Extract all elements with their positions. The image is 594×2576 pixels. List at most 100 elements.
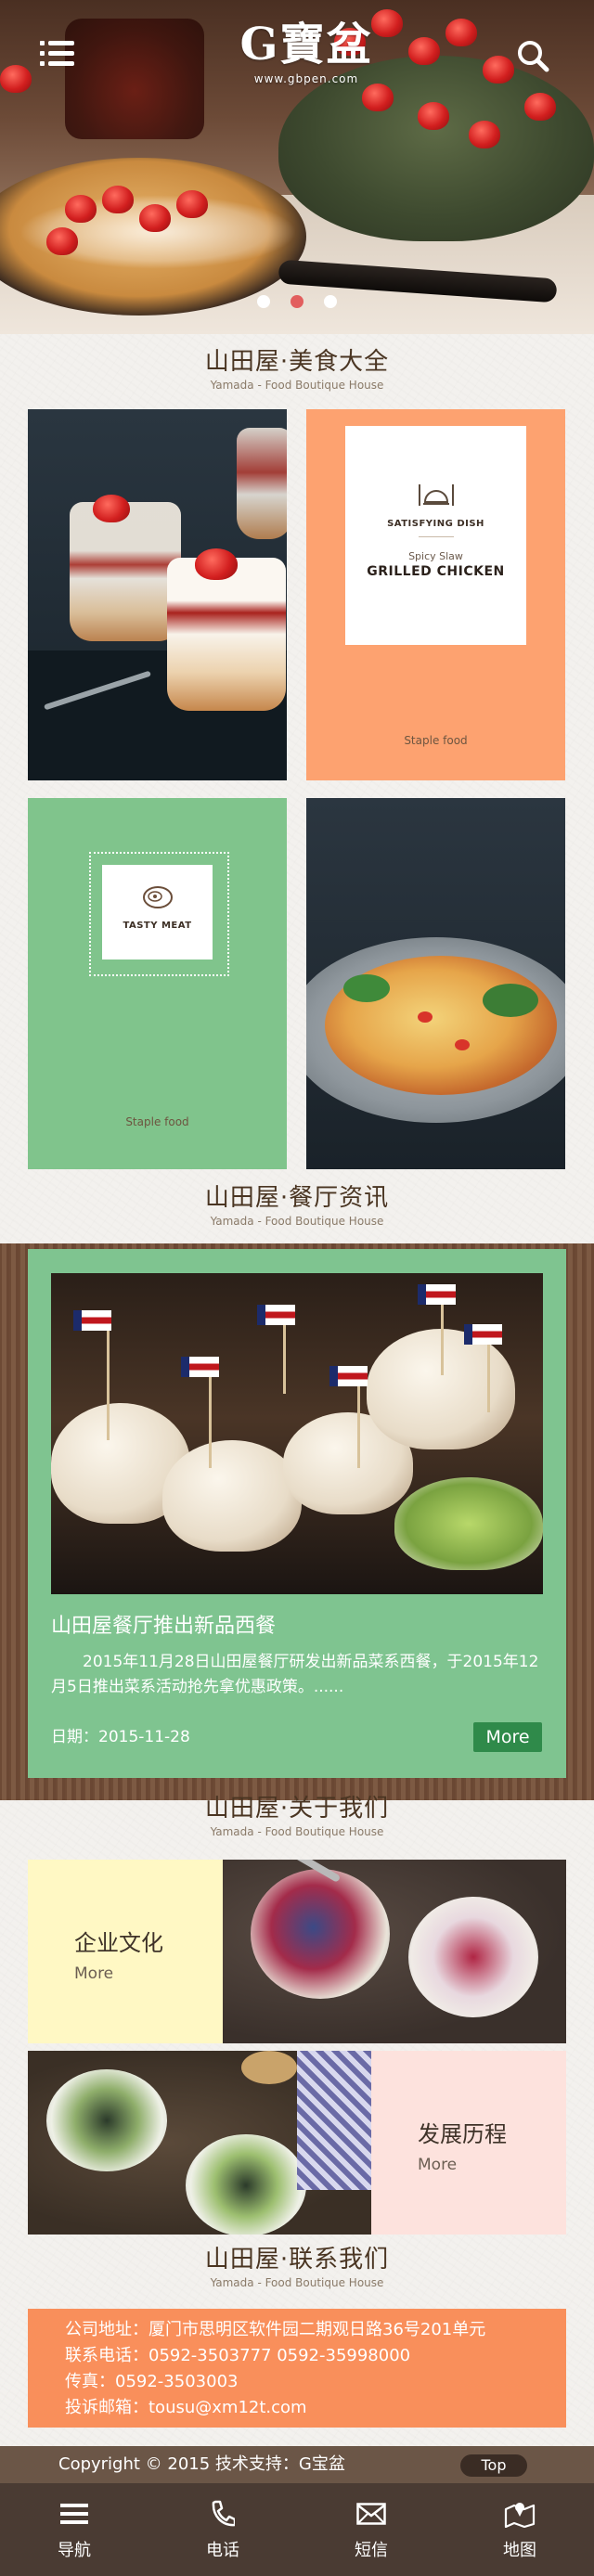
contact-section-heading: 山田屋·联系我们 Yamada - Food Boutique House	[0, 2244, 594, 2290]
nav-item-menu[interactable]: 导航	[0, 2483, 148, 2576]
slider-bun	[394, 1477, 543, 1570]
hero-banner[interactable]: G寶盆 www.gbpen.com	[0, 0, 594, 334]
food-tile-fried-rice[interactable]	[306, 798, 565, 1169]
nav-label: 短信	[355, 2541, 388, 2560]
napkin	[297, 2051, 371, 2190]
herb-garnish	[343, 974, 390, 1002]
about-history-image[interactable]	[28, 2051, 371, 2235]
nav-label: 电话	[206, 2541, 239, 2560]
food-tile-tasty-meat[interactable]: TASTY MEAT Staple food	[28, 798, 287, 1169]
tomato-bit	[455, 1039, 470, 1050]
dish-card-label: SATISFYING DISH	[387, 519, 484, 529]
carousel-dot-2[interactable]	[291, 295, 303, 308]
dessert-jar	[167, 558, 286, 711]
about-card-more[interactable]: More	[74, 1964, 113, 1984]
news-more-button[interactable]: More	[473, 1722, 542, 1752]
tile-category: Staple food	[125, 1115, 189, 1128]
banner-strawberry-topping	[46, 227, 78, 255]
food-tile-grilled-chicken[interactable]: SATISFYING DISH Spicy Slaw GRILLED CHICK…	[306, 409, 565, 780]
flag-pick	[329, 1366, 368, 1386]
dessert-jar	[70, 502, 181, 641]
banner-strawberry	[483, 56, 514, 84]
banner-strawberry	[408, 37, 440, 65]
toothpick	[357, 1375, 360, 1468]
about-history-card[interactable]: 发展历程 More	[371, 2051, 566, 2235]
cloche-icon	[345, 480, 526, 511]
nav-label: 导航	[58, 2541, 91, 2560]
news-card[interactable]: 山田屋餐厅推出新品西餐 2015年11月28日山田屋餐厅研发出新品菜系西餐，于2…	[28, 1249, 566, 1778]
herb-garnish	[483, 984, 538, 1017]
copyright-text: Copyright © 2015 技术支持：G宝盆	[58, 2454, 345, 2474]
flag-pick	[73, 1310, 111, 1331]
carousel-dot-1[interactable]	[257, 295, 270, 308]
nav-item-phone[interactable]: 电话	[148, 2483, 297, 2576]
banner-strawberry	[418, 102, 449, 130]
flag-pick	[464, 1324, 502, 1345]
banner-strawberry-topping	[176, 190, 208, 218]
carousel-indicators	[252, 295, 342, 314]
flag-pick	[257, 1305, 295, 1325]
banner-strawberry-topping	[102, 186, 134, 213]
cracker	[241, 2051, 297, 2084]
section-subtitle: Yamada - Food Boutique House	[210, 379, 384, 392]
about-card-title: 发展历程	[418, 2121, 507, 2147]
banner-strawberry	[446, 19, 477, 46]
dessert-strawberry	[195, 548, 238, 580]
banner-strawberry	[524, 93, 556, 121]
section-subtitle: Yamada - Food Boutique House	[210, 1825, 384, 1838]
dish-card-label: TASTY MEAT	[123, 921, 192, 931]
search-icon[interactable]	[516, 39, 549, 72]
dessert-strawberry	[93, 495, 130, 522]
dish-card-sub: Spicy Slaw	[408, 550, 463, 562]
flag-pick	[418, 1284, 456, 1305]
divider	[418, 536, 454, 537]
logo-url: www.gbpen.com	[253, 72, 359, 85]
steak-icon	[102, 883, 213, 915]
tile-category: Staple food	[404, 734, 468, 747]
food-section-heading: 山田屋·美食大全 Yamada - Food Boutique House	[0, 346, 594, 393]
back-to-top-button[interactable]: Top	[460, 2454, 527, 2477]
banner-strawberry-topping	[65, 195, 97, 223]
news-section-heading: 山田屋·餐厅资讯 Yamada - Food Boutique House	[0, 1182, 594, 1229]
flag-pick	[181, 1357, 219, 1377]
nav-item-sms[interactable]: 短信	[297, 2483, 446, 2576]
contact-panel: 公司地址：厦门市思明区软件园二期观日路36号201单元 联系电话：0592-35…	[28, 2309, 566, 2428]
banner-strawberry	[0, 65, 32, 93]
bottom-nav: 导航 电话 短信 地图	[0, 2483, 594, 2576]
menu-icon[interactable]	[40, 41, 74, 69]
nav-item-map[interactable]: 地图	[446, 2483, 594, 2576]
contact-address: 公司地址：厦门市思明区软件园二期观日路36号201单元	[65, 2320, 486, 2339]
about-culture-image[interactable]	[223, 1860, 566, 2043]
slider-bun	[162, 1440, 302, 1552]
about-card-more[interactable]: More	[418, 2155, 457, 2175]
section-title: 山田屋·餐厅资讯	[204, 1184, 390, 1212]
contact-phone[interactable]: 联系电话：0592-3503777 0592-35998000	[65, 2344, 410, 2368]
about-culture-card[interactable]: 企业文化 More	[28, 1860, 223, 2043]
dish-card: TASTY MEAT	[102, 865, 213, 960]
section-title: 山田屋·美食大全	[204, 348, 390, 376]
tomato-bit	[418, 1011, 433, 1023]
food-tile-dessert[interactable]	[28, 409, 287, 780]
section-title: 山田屋·联系我们	[204, 2246, 390, 2273]
news-title[interactable]: 山田屋餐厅推出新品西餐	[51, 1613, 543, 1641]
contact-fax: 传真：0592-3503003	[65, 2372, 239, 2391]
news-image[interactable]	[51, 1273, 543, 1594]
carousel-dot-3[interactable]	[324, 295, 337, 308]
phone-icon	[148, 2496, 297, 2531]
section-subtitle: Yamada - Food Boutique House	[210, 1215, 384, 1228]
toothpick	[283, 1320, 286, 1394]
banner-strawberry-topping	[139, 204, 171, 232]
banner-jam-jar	[65, 19, 204, 139]
logo-text: G寶盆	[239, 19, 373, 71]
site-logo[interactable]: G寶盆 www.gbpen.com	[218, 17, 394, 91]
nav-label: 地图	[503, 2541, 536, 2560]
toothpick	[107, 1329, 110, 1440]
soup-bowl	[186, 2134, 306, 2235]
contact-email[interactable]: 投诉邮箱：tousu@xm12t.com	[65, 2396, 307, 2420]
section-title: 山田屋·关于我们	[204, 1795, 390, 1823]
dish-card-name: GRILLED CHICKEN	[367, 564, 505, 579]
berry-bowl	[251, 1869, 390, 1999]
dessert-jar	[237, 428, 287, 539]
section-subtitle: Yamada - Food Boutique House	[210, 2276, 384, 2289]
news-date: 日期：2015-11-28	[51, 1728, 190, 1746]
